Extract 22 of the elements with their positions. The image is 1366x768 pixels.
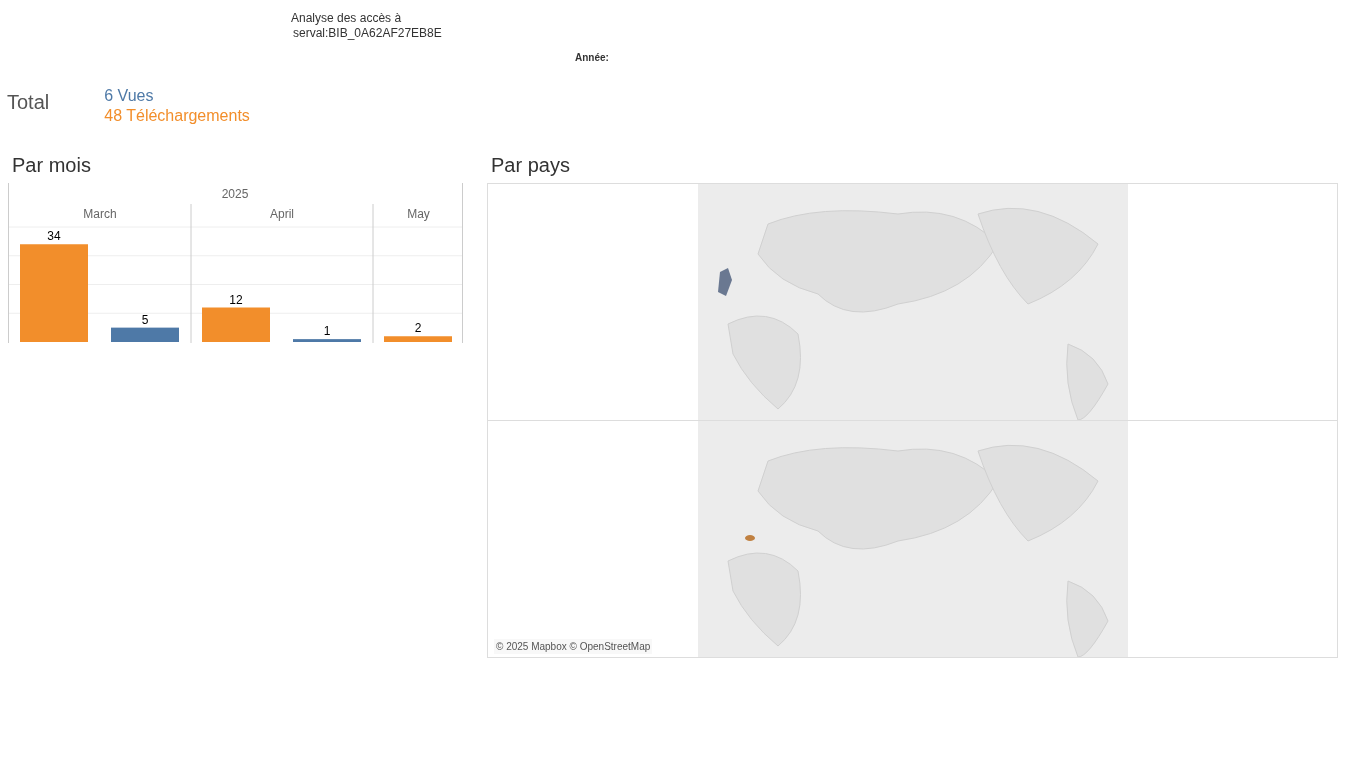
bar: [202, 307, 270, 342]
month-label: May: [407, 207, 430, 221]
report-title: Analyse des accès à: [291, 11, 403, 26]
month-label: March: [83, 207, 117, 221]
total-label: Total: [7, 90, 50, 115]
bar: [111, 327, 179, 342]
map-attribution: © 2025 Mapbox © OpenStreetMap: [494, 639, 653, 654]
total-count: 6 Vues: [104, 86, 155, 106]
section-title: Par mois: [12, 153, 91, 178]
report-title: serval:BIB_0A62AF27EB8E: [292, 26, 442, 41]
bar: [293, 339, 361, 342]
bar-value-label: 12: [229, 292, 243, 307]
bar-value-label: 34: [47, 229, 61, 244]
bar: [384, 336, 452, 342]
bar-value-label: 1: [323, 324, 331, 339]
section-title: Par pays: [491, 153, 570, 178]
total-count: 48 Téléchargements: [104, 106, 250, 126]
bar-value-label: 2: [414, 321, 422, 336]
month-label: April: [270, 207, 294, 221]
year-header: 2025: [221, 187, 249, 201]
bar-value-label: 5: [141, 312, 149, 327]
filter-label: Année:: [575, 51, 609, 65]
